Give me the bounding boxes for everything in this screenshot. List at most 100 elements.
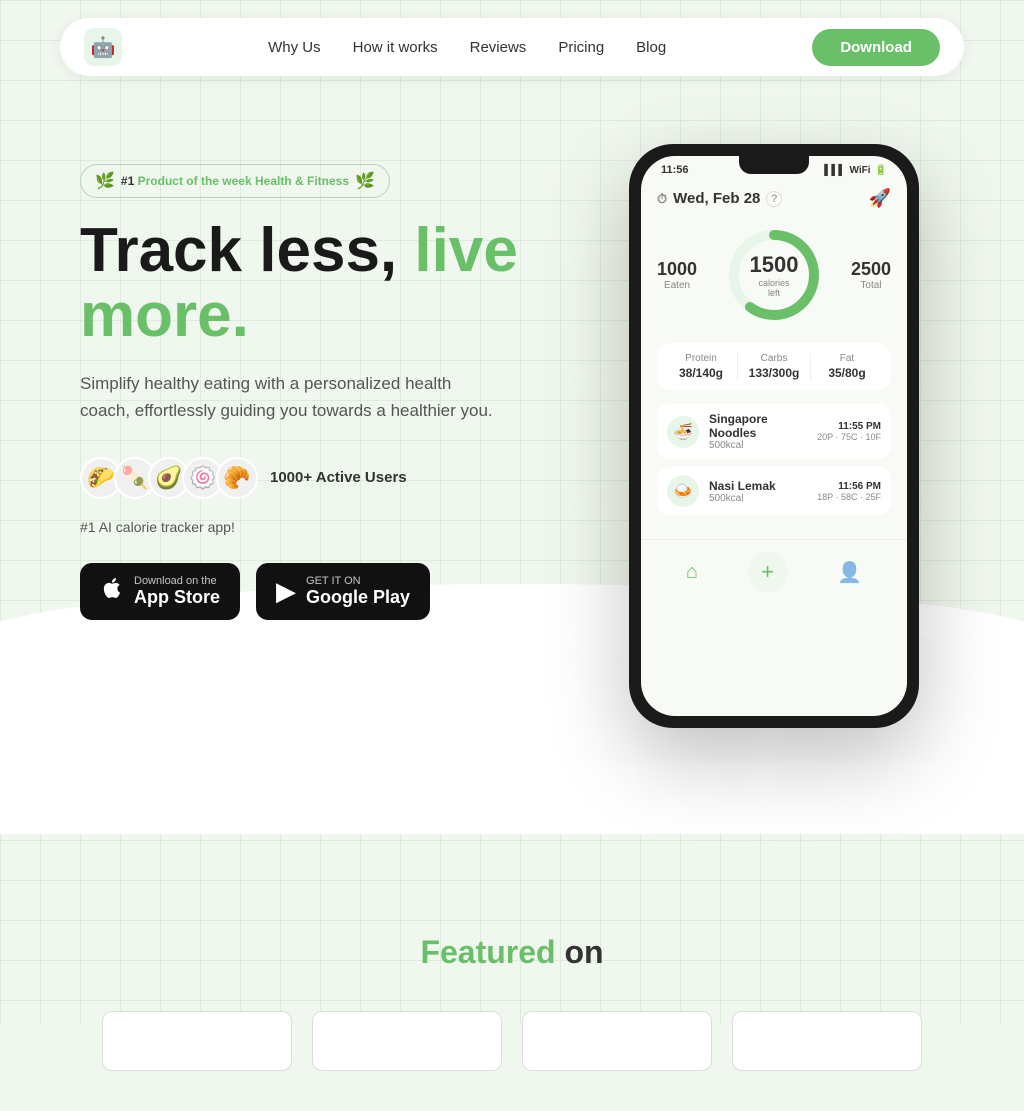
food-2-info: Nasi Lemak 500kcal: [709, 479, 807, 504]
food-1-info: Singapore Noodles 500kcal: [709, 412, 807, 451]
nav-item-reviews[interactable]: Reviews: [470, 39, 527, 56]
food-1-name: Singapore Noodles: [709, 412, 807, 440]
nav-item-why-us[interactable]: Why Us: [268, 39, 321, 56]
food-2-kcal: 500kcal: [709, 493, 807, 504]
macro-carbs: Carbs 133/300g: [737, 353, 810, 380]
food-2-icon: 🍛: [667, 475, 699, 507]
carbs-label: Carbs: [738, 353, 810, 364]
featured-logos: [60, 1011, 964, 1071]
phone-status-bar: 11:56 ▌▌▌ WiFi 🔋: [641, 156, 907, 180]
macros-row: Protein 38/140g Carbs 133/300g Fat 35/80…: [657, 343, 891, 390]
badge-category: Health & Fitness: [255, 174, 349, 188]
phone-status-icons: ▌▌▌ WiFi 🔋: [824, 165, 887, 176]
phone-content: ⏱ Wed, Feb 28 ? 🚀 1000 Eaten: [641, 180, 907, 539]
headline-black: Track less,: [80, 216, 397, 285]
signal-icon: ▌▌▌: [824, 165, 845, 176]
protein-value: 38/140g: [665, 366, 737, 380]
eaten-label: Eaten: [657, 280, 697, 291]
nav-download-button[interactable]: Download: [812, 29, 940, 66]
avatar-5: 🥐: [216, 457, 258, 499]
featured-logo-2: [312, 1011, 502, 1071]
nav-item-pricing[interactable]: Pricing: [558, 39, 604, 56]
users-row: 🌮 🍡 🥑 🍥 🥐 1000+ Active Users: [80, 457, 604, 499]
food-1-meta: 11:55 PM 20P · 75C · 10F: [817, 421, 881, 442]
wifi-icon: WiFi: [850, 165, 871, 176]
hero-headline: Track less, live more.: [80, 218, 604, 348]
status-bar-container: 11:56 ▌▌▌ WiFi 🔋: [641, 156, 907, 180]
apple-icon: [100, 576, 124, 607]
nav-links: Why Us How it works Reviews Pricing Blog: [268, 39, 666, 56]
battery-icon: 🔋: [875, 165, 887, 176]
app-store-main: App Store: [134, 587, 220, 608]
app-store-text: Download on the App Store: [134, 575, 220, 608]
calories-eaten: 1000 Eaten: [657, 259, 697, 291]
fat-value: 35/80g: [811, 366, 883, 380]
macro-protein: Protein 38/140g: [665, 353, 737, 380]
play-icon: ▶: [276, 576, 296, 607]
google-play-top: GET IT ON: [306, 575, 410, 587]
laurel-right-icon: 🌿: [355, 171, 375, 191]
ring-center: 1500 caloriesleft: [750, 252, 799, 298]
food-2-meta: 11:56 PM 18P · 58C · 25F: [817, 481, 881, 502]
phone-date-text: Wed, Feb 28: [673, 190, 760, 207]
featured-logo-3: [522, 1011, 712, 1071]
featured-title-green: Featured: [420, 934, 555, 970]
ai-label: #1 AI calorie tracker app!: [80, 519, 604, 535]
phone-date-row: ⏱ Wed, Feb 28 ? 🚀: [657, 188, 891, 209]
hero-section: 🌿 #1 Product of the week Health & Fitnes…: [0, 94, 1024, 754]
phone-bottom-nav: ⌂ + 👤: [641, 539, 907, 608]
rocket-icon: 🚀: [869, 188, 891, 209]
google-play-button[interactable]: ▶ GET IT ON Google Play: [256, 563, 430, 620]
laurel-left-icon: 🌿: [95, 171, 115, 191]
nav-item-blog[interactable]: Blog: [636, 39, 666, 56]
food-1-time: 11:55 PM: [817, 421, 881, 432]
total-number: 2500: [851, 259, 891, 280]
home-nav-icon[interactable]: ⌂: [686, 561, 698, 584]
product-badge: 🌿 #1 Product of the week Health & Fitnes…: [80, 164, 390, 198]
food-2-name: Nasi Lemak: [709, 479, 807, 493]
add-nav-button[interactable]: +: [748, 552, 788, 592]
featured-logo-1: [102, 1011, 292, 1071]
phone-time: 11:56: [661, 164, 689, 176]
calorie-ring: 1500 caloriesleft: [724, 225, 824, 325]
total-label: Total: [851, 280, 891, 291]
featured-title-dark: on: [556, 934, 604, 970]
google-play-text: GET IT ON Google Play: [306, 575, 410, 608]
hero-subtext: Simplify healthy eating with a personali…: [80, 370, 500, 424]
phone-date: ⏱ Wed, Feb 28 ?: [657, 190, 782, 207]
store-buttons: Download on the App Store ▶ GET IT ON Go…: [80, 563, 604, 620]
food-1-kcal: 500kcal: [709, 440, 807, 451]
google-play-main: Google Play: [306, 587, 410, 608]
users-count: 1000+ Active Users: [270, 469, 407, 486]
protein-label: Protein: [665, 353, 737, 364]
profile-nav-icon[interactable]: 👤: [837, 560, 862, 585]
calories-total: 2500 Total: [851, 259, 891, 291]
badge-week-text: Product of the week: [138, 174, 255, 188]
food-2-time: 11:56 PM: [817, 481, 881, 492]
logo-icon: 🤖: [91, 35, 116, 60]
badge-number: #1: [121, 174, 134, 188]
food-2-macros: 18P · 58C · 25F: [817, 492, 881, 502]
nav-item-how-it-works[interactable]: How it works: [353, 39, 438, 56]
featured-title: Featured on: [60, 934, 964, 971]
featured-logo-4: [732, 1011, 922, 1071]
nav-logo[interactable]: 🤖: [84, 28, 122, 66]
hero-left: 🌿 #1 Product of the week Health & Fitnes…: [80, 134, 604, 620]
calorie-section: 1000 Eaten 1500 caloriesleft: [657, 225, 891, 325]
avatars-group: 🌮 🍡 🥑 🍥 🥐: [80, 457, 258, 499]
app-store-button[interactable]: Download on the App Store: [80, 563, 240, 620]
clock-icon: ⏱: [657, 191, 667, 207]
phone-mockup: 11:56 ▌▌▌ WiFi 🔋 ⏱ Wed, F: [629, 144, 919, 728]
food-item-2[interactable]: 🍛 Nasi Lemak 500kcal 11:56 PM 18P · 58C …: [657, 467, 891, 515]
food-1-macros: 20P · 75C · 10F: [817, 432, 881, 442]
hero-right: 11:56 ▌▌▌ WiFi 🔋 ⏱ Wed, F: [604, 134, 944, 728]
phone-screen: 11:56 ▌▌▌ WiFi 🔋 ⏱ Wed, F: [641, 156, 907, 716]
featured-section: Featured on: [0, 854, 1024, 1111]
fat-label: Fat: [811, 353, 883, 364]
phone-notch: [739, 156, 809, 174]
food-1-icon: 🍜: [667, 416, 699, 448]
app-store-top: Download on the: [134, 575, 220, 587]
food-item-1[interactable]: 🍜 Singapore Noodles 500kcal 11:55 PM 20P…: [657, 404, 891, 459]
navbar: 🤖 Why Us How it works Reviews Pricing Bl…: [60, 18, 964, 76]
calories-left-label: caloriesleft: [750, 278, 799, 298]
